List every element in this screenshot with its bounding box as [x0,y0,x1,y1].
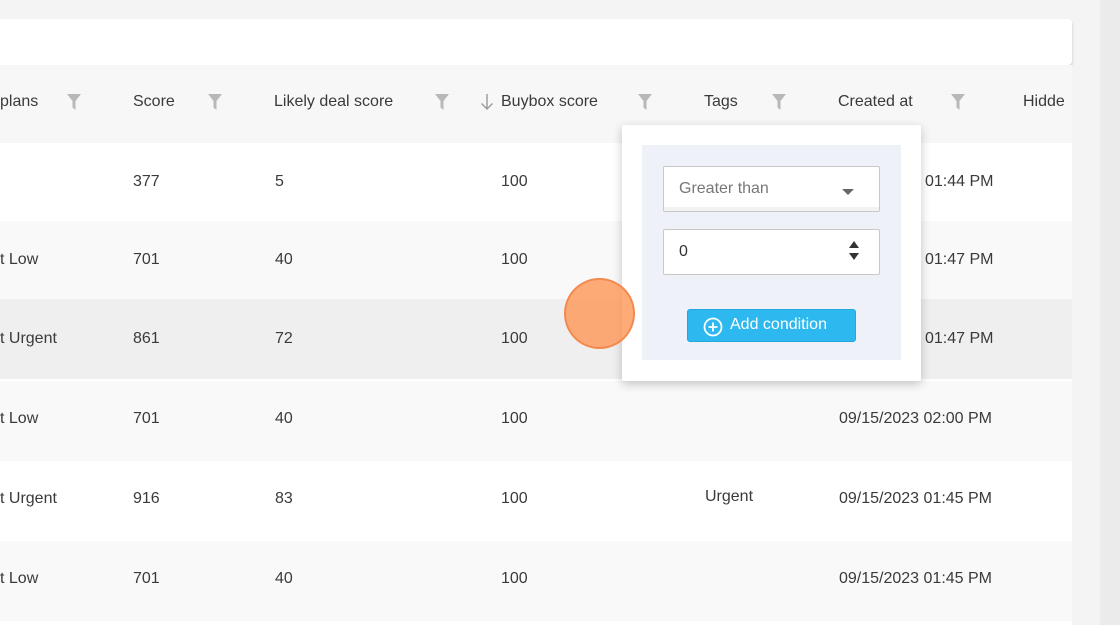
cell-likely-deal-score: 72 [275,330,293,347]
plus-circle-icon [703,317,723,337]
cell-plans: t Low [0,251,39,268]
cell-score: 916 [133,490,160,507]
cell-score: 861 [133,330,160,347]
cell-buybox-score: 100 [501,570,528,587]
filter-icon[interactable] [435,94,449,110]
column-header-plans[interactable]: plans [0,93,38,111]
column-header-hidden[interactable]: Hidde [1023,93,1065,111]
column-header-likely-deal-score[interactable]: Likely deal score [274,93,393,111]
cell-buybox-score: 100 [501,251,528,268]
cell-plans: t Urgent [0,490,57,507]
number-spinner[interactable] [849,240,861,264]
add-condition-label: Add condition [730,316,827,333]
search-bar[interactable] [0,19,1072,65]
cell-created-at: 09/15/2023 01:45 PM [839,490,993,507]
cell-likely-deal-score: 40 [275,410,293,427]
table-row[interactable]: t Low 701 40 100 09/15/2023 01:45 PM [0,541,1072,621]
cell-plans: t Urgent [0,330,57,347]
page: plans Score Likely deal score Buybox sco… [0,0,1100,625]
cell-created-at: 01:47 PM [925,330,994,347]
cell-likely-deal-score: 40 [275,570,293,587]
filter-popup: Greater than 0 Add condition [622,125,921,381]
select-underline [664,207,879,211]
table-row[interactable]: t Urgent 916 83 100 Urgent 09/15/2023 01… [0,461,1072,541]
filter-icon[interactable] [638,94,652,110]
caret-down-icon [842,189,854,195]
filter-icon[interactable] [951,94,965,110]
operator-select-value: Greater than [679,180,769,197]
column-header-created-at[interactable]: Created at [838,93,913,111]
cell-tags: Urgent [705,488,754,505]
cell-score: 701 [133,570,160,587]
value-number-text: 0 [679,243,688,260]
cell-score: 701 [133,251,160,268]
filter-panel: Greater than 0 Add condition [642,145,901,360]
cell-likely-deal-score: 40 [275,251,293,268]
scrollbar-track[interactable] [1100,0,1120,625]
cell-created-at: 09/15/2023 02:00 PM [839,410,993,427]
cell-likely-deal-score: 5 [275,173,284,190]
filter-icon[interactable] [772,94,786,110]
cell-score: 377 [133,173,160,190]
cell-plans: t Low [0,410,39,427]
column-header-score[interactable]: Score [133,93,175,111]
cell-created-at: 01:47 PM [925,251,994,268]
cell-created-at: 09/15/2023 01:45 PM [839,570,993,587]
cell-score: 701 [133,410,160,427]
filter-icon[interactable] [67,94,81,110]
column-header-tags[interactable]: Tags [704,93,738,111]
spin-up-icon[interactable] [849,241,859,248]
cell-buybox-score: 100 [501,330,528,347]
operator-select[interactable]: Greater than [663,166,880,212]
cell-likely-deal-score: 83 [275,490,293,507]
cell-created-at: 01:44 PM [925,173,994,190]
add-condition-button[interactable]: Add condition [687,309,856,342]
cell-buybox-score: 100 [501,490,528,507]
cell-buybox-score: 100 [501,410,528,427]
spin-down-icon[interactable] [849,253,859,260]
arrow-down-icon[interactable] [480,93,494,111]
cell-buybox-score: 100 [501,173,528,190]
table-row[interactable]: t Low 701 40 100 09/15/2023 02:00 PM [0,381,1072,461]
column-header-buybox-score[interactable]: Buybox score [501,93,598,111]
cursor-indicator [564,278,635,349]
value-number-input[interactable]: 0 [663,229,880,275]
cell-plans: t Low [0,570,39,587]
filter-icon[interactable] [208,94,222,110]
